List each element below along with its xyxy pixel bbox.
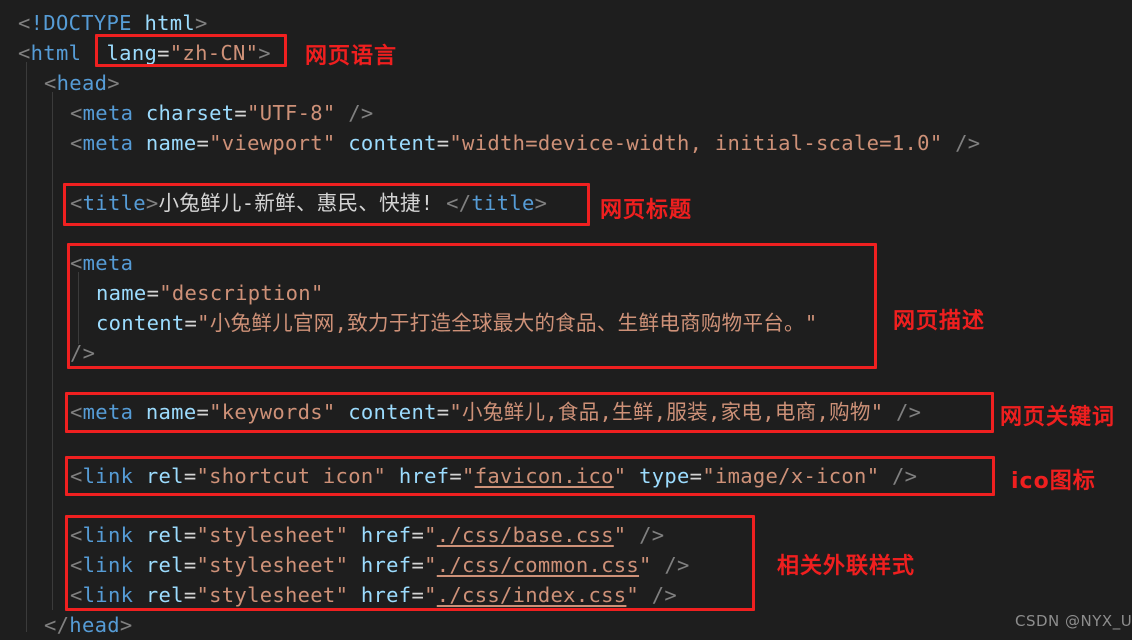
attr-content: content	[348, 131, 437, 155]
code-line-link-favicon: <link rel="shortcut icon" href="favicon.…	[70, 464, 918, 488]
value-favicon-type: "image/x-icon"	[702, 464, 880, 488]
tag-meta: meta	[82, 101, 134, 125]
annotation-label-title: 网页标题	[600, 198, 693, 223]
value-stylesheet: "stylesheet"	[196, 583, 349, 607]
attr-content: content	[96, 311, 185, 335]
annotation-label-stylesheet: 相关外联样式	[777, 554, 916, 579]
code-line-html-open: <html lang="zh-CN">	[18, 41, 271, 65]
value-stylesheet: "stylesheet"	[196, 553, 349, 577]
annotation-label-lang: 网页语言	[305, 44, 398, 69]
code-line-head-open: <head>	[44, 71, 120, 95]
annotation-label-keywords: 网页关键词	[1000, 405, 1116, 430]
value-lang: "zh-CN"	[169, 41, 259, 65]
code-line-meta-desc-close: />	[70, 338, 95, 368]
tag-meta: meta	[82, 251, 134, 275]
attr-name: name	[96, 281, 147, 305]
attr-name: name	[145, 400, 197, 424]
tag-link: link	[82, 553, 134, 577]
attr-rel: rel	[145, 583, 184, 607]
code-line-title: <title>小兔鲜儿-新鲜、惠民、快捷! </title>	[70, 191, 548, 215]
self-close-slash: />	[955, 131, 981, 155]
code-line-meta-desc-name: name="description"	[96, 281, 324, 305]
attr-name: name	[145, 131, 197, 155]
self-close-slash: />	[70, 341, 96, 365]
tag-link: link	[82, 523, 134, 547]
close-tag-slash: </	[446, 191, 472, 215]
code-line-meta-keywords: <meta name="keywords" content="小兔鲜儿,食品,生…	[70, 400, 922, 424]
code-line-doctype: <!DOCTYPE html>	[18, 11, 208, 35]
code-line-head-close: </head>	[44, 613, 133, 637]
tag-head: head	[56, 71, 108, 95]
index-css-href-link[interactable]: ./css/index.css	[437, 583, 627, 607]
attr-lang: lang	[106, 41, 158, 65]
favicon-href-link[interactable]: favicon.ico	[475, 464, 614, 488]
attr-href: href	[360, 523, 412, 547]
value-keywords: "keywords"	[209, 400, 336, 424]
value-viewport-content: "width=device-width, initial-scale=1.0"	[449, 131, 943, 155]
title-text: 小兔鲜儿-新鲜、惠民、快捷!	[158, 191, 434, 215]
value-stylesheet: "stylesheet"	[196, 523, 349, 547]
self-close-slash: />	[664, 553, 690, 577]
doctype-html: html	[144, 11, 196, 35]
value-description: "description"	[159, 281, 324, 305]
attr-charset: charset	[145, 101, 235, 125]
attr-href: href	[360, 553, 412, 577]
tag-title: title	[82, 191, 146, 215]
annotation-label-favicon: ico图标	[1011, 469, 1096, 494]
code-line-meta-desc-content: content="小兔鲜儿官网,致力于打造全球最大的食品、生鲜电商购物平台。"	[96, 311, 818, 335]
attr-href: href	[360, 583, 412, 607]
tag-head: head	[69, 613, 120, 637]
annotation-label-description: 网页描述	[893, 309, 986, 334]
self-close-slash: />	[651, 583, 678, 607]
value-description-content: "小兔鲜儿官网,致力于打造全球最大的食品、生鲜电商购物平台。"	[197, 311, 818, 335]
value-keywords-content: "小兔鲜儿,食品,生鲜,服装,家电,电商,购物"	[449, 400, 884, 424]
attr-content: content	[348, 400, 437, 424]
tag-title: title	[471, 191, 535, 215]
self-close-slash: />	[348, 101, 374, 125]
tag-meta: meta	[82, 400, 134, 424]
value-viewport: "viewport"	[209, 131, 336, 155]
attr-rel: rel	[145, 523, 184, 547]
tag-html: html	[30, 41, 82, 65]
code-line-link-index: <link rel="stylesheet" href="./css/index…	[70, 583, 678, 607]
attr-rel: rel	[145, 464, 184, 488]
tag-link: link	[82, 464, 134, 488]
value-shortcut-icon: "shortcut icon"	[196, 464, 387, 488]
close-tag-slash: </	[44, 613, 70, 637]
csdn-watermark: CSDN @NYX_UNI	[1015, 612, 1132, 630]
tag-link: link	[82, 583, 134, 607]
base-css-href-link[interactable]: ./css/base.css	[437, 523, 614, 547]
code-line-meta-charset: <meta charset="UTF-8" />	[70, 101, 374, 125]
common-css-href-link[interactable]: ./css/common.css	[437, 553, 639, 577]
code-line-link-common: <link rel="stylesheet" href="./css/commo…	[70, 553, 690, 577]
code-line-meta-viewport: <meta name="viewport" content="width=dev…	[70, 131, 981, 155]
attr-href: href	[398, 464, 450, 488]
attr-type: type	[639, 464, 690, 488]
self-close-slash: />	[896, 400, 922, 424]
code-line-meta-desc-open: <meta	[70, 251, 134, 275]
value-charset: "UTF-8"	[247, 101, 336, 125]
self-close-slash: />	[639, 523, 665, 547]
self-close-slash: />	[892, 464, 918, 488]
code-line-link-base: <link rel="stylesheet" href="./css/base.…	[70, 523, 665, 547]
attr-rel: rel	[145, 553, 184, 577]
tag-meta: meta	[82, 131, 134, 155]
doctype-keyword: !DOCTYPE	[30, 11, 132, 35]
code-screenshot: <!DOCTYPE html> <html lang="zh-CN"> <hea…	[0, 0, 1132, 640]
